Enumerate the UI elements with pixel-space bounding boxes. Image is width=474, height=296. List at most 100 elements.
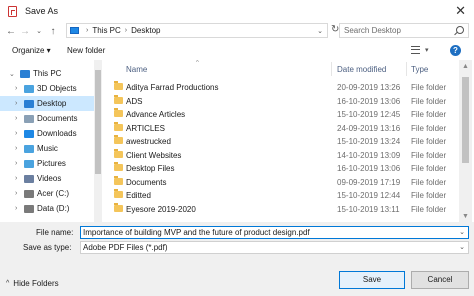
chevron-right-icon[interactable]: ›	[15, 145, 17, 152]
nav-item-downloads[interactable]: › Downloads	[0, 126, 95, 141]
recent-locations-chevron-icon[interactable]: ⌄	[32, 27, 46, 35]
back-arrow-icon[interactable]: ←	[4, 26, 18, 37]
drive-icon	[24, 204, 34, 213]
nav-item-label: Pictures	[37, 159, 66, 168]
nav-item-this-pc[interactable]: ⌄ This PC	[0, 66, 95, 81]
organize-menu-button[interactable]: Organize ▾	[12, 46, 51, 55]
date-modified-cell: 14-10-2019 13:09	[337, 150, 401, 160]
chevron-right-icon[interactable]: ›	[15, 205, 17, 212]
videos-icon	[24, 174, 34, 183]
file-name-cell: Documents	[126, 177, 167, 187]
breadcrumb-this-pc[interactable]: This PC	[92, 26, 120, 35]
chevron-right-icon[interactable]: ›	[15, 100, 17, 107]
chevron-right-icon[interactable]: ›	[15, 85, 17, 92]
file-list: ^ Name Date modified Type Aditya Farrad …	[104, 60, 456, 224]
chevron-right-icon[interactable]: ›	[15, 160, 17, 167]
type-cell: File folder	[411, 177, 447, 187]
chevron-down-icon[interactable]: ⌄	[459, 227, 465, 238]
date-modified-cell: 16-10-2019 13:06	[337, 96, 401, 106]
close-icon[interactable]: ✕	[455, 3, 466, 19]
scroll-up-icon[interactable]: ▲	[462, 63, 469, 70]
chevron-right-icon[interactable]: ›	[15, 175, 17, 182]
type-cell: File folder	[411, 123, 447, 133]
file-name-cell: Eyesore 2019-2020	[126, 204, 196, 214]
file-row[interactable]: Aditya Farrad Productions 20-09-2019 13:2…	[104, 81, 456, 94]
file-name-cell: Aditya Farrad Productions	[126, 83, 219, 92]
nav-item-videos[interactable]: › Videos	[0, 171, 95, 186]
column-divider[interactable]	[331, 62, 332, 76]
nav-item-music[interactable]: › Music	[0, 141, 95, 156]
chevron-right-icon[interactable]: ›	[15, 115, 17, 122]
file-name-input[interactable]: Importance of building MVP and the futur…	[80, 226, 469, 239]
chevron-down-icon[interactable]: ⌄	[317, 27, 323, 35]
folder-icon	[114, 189, 123, 198]
column-header-type[interactable]: Type	[411, 65, 428, 74]
chevron-right-icon[interactable]: ›	[15, 130, 17, 137]
folder-icon	[114, 175, 123, 185]
cancel-button[interactable]: Cancel	[411, 271, 469, 289]
file-row[interactable]: Eyesore 2019-2020 15-10-2019 13:11 File fo…	[104, 202, 456, 216]
forward-arrow-icon[interactable]: →	[18, 26, 32, 37]
file-row[interactable]: Advance Articles 15-10-2019 12:45 File fol…	[104, 108, 456, 121]
nav-item-pictures[interactable]: › Pictures	[0, 156, 95, 171]
file-list-scrollbar[interactable]: ▲ ▼	[459, 60, 472, 224]
file-name-cell: awestrucked	[126, 137, 171, 146]
file-row[interactable]: Client Websites 14-10-2019 13:09 File fold…	[104, 148, 456, 162]
nav-item-acer-c[interactable]: › Acer (C:)	[0, 186, 95, 201]
nav-item-label: Documents	[37, 114, 78, 123]
view-options-icon[interactable]	[411, 46, 420, 54]
hide-folders-button[interactable]: ^ Hide Folders	[6, 279, 59, 288]
address-row: ← → ⌄ ↑ › This PC › Desktop ⌄ ↻ Search D…	[0, 22, 474, 40]
window-title: Save As	[25, 6, 59, 16]
nav-item-label: Desktop	[37, 99, 67, 108]
chevron-right-icon[interactable]: ›	[15, 190, 17, 197]
navigation-scrollbar[interactable]	[94, 60, 102, 224]
file-row[interactable]: Desktop Files 16-10-2019 13:06 File folder	[104, 162, 456, 175]
scroll-down-icon[interactable]: ▼	[462, 213, 469, 220]
date-modified-cell: 15-10-2019 13:24	[337, 137, 401, 146]
file-row[interactable]: ARTICLES 24-09-2019 13:16 File folder	[104, 121, 456, 135]
save-panel: File name: Importance of building MVP an…	[0, 222, 474, 296]
drive-icon	[24, 189, 34, 198]
cube-icon	[24, 84, 34, 93]
save-as-type-select[interactable]: Adobe PDF Files (*.pdf) ⌄	[80, 241, 469, 254]
file-row[interactable]: ADS 16-10-2019 13:06 File folder	[104, 94, 456, 108]
address-bar[interactable]: › This PC › Desktop ⌄	[66, 23, 328, 38]
scrollbar-thumb[interactable]	[462, 77, 469, 163]
new-folder-button[interactable]: New folder	[67, 46, 105, 55]
column-divider[interactable]	[406, 62, 407, 76]
nav-item-label: 3D Objects	[37, 84, 77, 93]
hide-folders-label: Hide Folders	[13, 279, 59, 288]
nav-item-data-d[interactable]: › Data (D:)	[0, 201, 95, 216]
pdf-app-icon	[8, 5, 17, 17]
save-button[interactable]: Save	[339, 271, 405, 289]
help-icon[interactable]: ?	[450, 45, 461, 56]
column-header: ^ Name Date modified Type	[104, 60, 456, 77]
breadcrumb-desktop[interactable]: Desktop	[131, 26, 160, 35]
nav-item-documents[interactable]: › Documents	[0, 111, 95, 126]
file-name-cell: Client Websites	[126, 150, 182, 160]
nav-item-3d-objects[interactable]: › 3D Objects	[0, 81, 95, 96]
chevron-down-icon[interactable]: ⌄	[459, 242, 465, 253]
file-name-cell: Advance Articles	[126, 110, 186, 119]
folder-icon	[114, 81, 123, 90]
file-row[interactable]: Documents 09-09-2019 17:19 File folder	[104, 175, 456, 189]
chevron-down-icon[interactable]: ▾	[425, 46, 429, 54]
column-header-name[interactable]: Name	[126, 65, 147, 74]
search-input[interactable]: Search Desktop	[339, 23, 469, 38]
up-arrow-icon[interactable]: ↑	[46, 26, 60, 37]
file-row[interactable]: awestrucked 15-10-2019 13:24 File folder	[104, 135, 456, 148]
nav-item-desktop[interactable]: › Desktop	[0, 96, 95, 111]
search-placeholder: Search Desktop	[344, 26, 401, 35]
date-modified-cell: 16-10-2019 13:06	[337, 164, 401, 173]
folder-icon	[114, 162, 123, 171]
downloads-icon	[24, 129, 34, 138]
computer-icon	[20, 69, 30, 78]
chevron-down-icon[interactable]: ⌄	[9, 70, 15, 78]
column-header-date[interactable]: Date modified	[337, 65, 386, 74]
scrollbar-thumb[interactable]	[95, 70, 101, 174]
file-row[interactable]: Editted 15-10-2019 12:44 File folder	[104, 189, 456, 202]
file-name-value: Importance of building MVP and the futur…	[83, 228, 310, 237]
file-name-cell: ADS	[126, 96, 143, 106]
folder-icon	[114, 202, 123, 212]
